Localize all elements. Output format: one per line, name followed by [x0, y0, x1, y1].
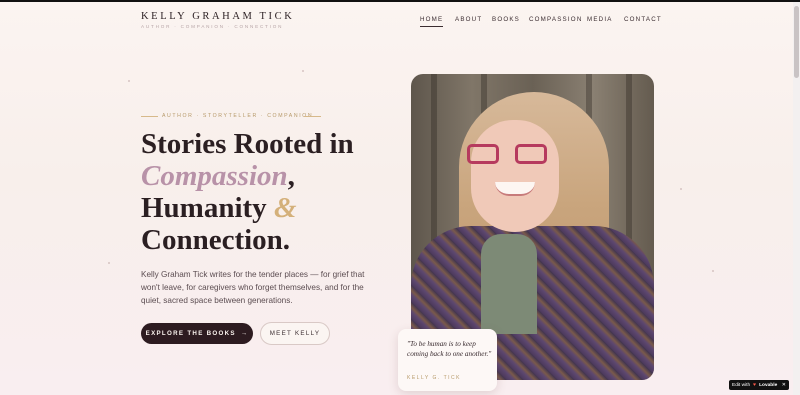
- portrait-glasses-left: [467, 144, 499, 164]
- arrow-right-icon: →: [240, 330, 249, 337]
- main-nav: HOME ABOUT BOOKS COMPASSION MEDIA CONTAC…: [0, 16, 800, 30]
- headline-ampersand: &: [273, 192, 297, 224]
- eyebrow-text: AUTHOR · STORYTELLER · COMPANION: [162, 113, 314, 119]
- portrait-face: [471, 120, 559, 232]
- quote-card: "To be human is to keep coming back to o…: [398, 329, 497, 391]
- portrait-shirt: [481, 234, 537, 334]
- eyebrow-rule-right: [304, 116, 321, 117]
- quote-author: KELLY G. TICK: [407, 375, 461, 381]
- edit-with-lovable-badge[interactable]: Edit with ♥ Lovable ✕: [729, 380, 789, 390]
- edit-with-label: Edit with: [732, 382, 751, 388]
- heart-icon: ♥: [753, 382, 757, 388]
- headline-line-3: Humanity: [141, 192, 274, 224]
- hero-headline: Stories Rooted in Compassion, Humanity &…: [141, 128, 391, 256]
- decorative-dot: [680, 188, 682, 190]
- decorative-dot: [108, 262, 110, 264]
- nav-books[interactable]: BOOKS: [492, 16, 520, 23]
- explore-books-label: EXPLORE THE BOOKS: [145, 330, 236, 337]
- headline-line-4: Connection.: [141, 224, 291, 256]
- decorative-dot: [302, 70, 304, 72]
- headline-comma: ,: [287, 160, 295, 192]
- portrait-glasses-right: [515, 144, 547, 164]
- nav-contact[interactable]: CONTACT: [624, 16, 662, 23]
- nav-compassion[interactable]: COMPASSION: [529, 16, 582, 23]
- quote-text: "To be human is to keep coming back to o…: [407, 340, 492, 358]
- headline-accent-compassion: Compassion: [141, 160, 288, 192]
- close-icon[interactable]: ✕: [782, 382, 786, 388]
- hero-eyebrow: AUTHOR · STORYTELLER · COMPANION: [141, 113, 331, 121]
- meet-kelly-button[interactable]: MEET KELLY: [260, 322, 330, 345]
- scrollbar-thumb[interactable]: [794, 6, 799, 78]
- decorative-dot: [712, 270, 714, 272]
- page-scrollbar[interactable]: [793, 2, 800, 395]
- nav-home[interactable]: HOME: [420, 16, 444, 27]
- lovable-logo-text: Lovable: [759, 382, 778, 388]
- site-header: KELLY GRAHAM TICK AUTHOR · COMPANION · C…: [0, 2, 793, 42]
- explore-books-button[interactable]: EXPLORE THE BOOKS →: [141, 323, 253, 344]
- eyebrow-rule-left: [141, 116, 158, 117]
- hero-description: Kelly Graham Tick writes for the tender …: [141, 270, 365, 305]
- headline-line-1: Stories Rooted in: [141, 128, 354, 160]
- nav-about[interactable]: ABOUT: [455, 16, 482, 23]
- nav-media[interactable]: MEDIA: [587, 16, 613, 23]
- decorative-dot: [128, 80, 130, 82]
